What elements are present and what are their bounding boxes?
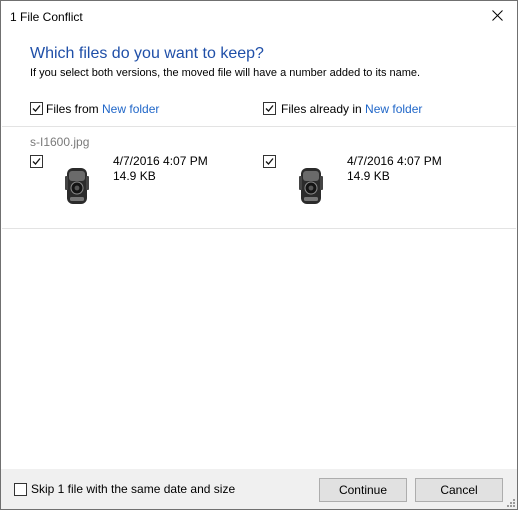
continue-button[interactable]: Continue: [319, 478, 407, 502]
destination-column-label: Files already in New folder: [281, 102, 422, 116]
source-folder-link[interactable]: New folder: [102, 102, 159, 116]
source-column-label: Files from New folder: [46, 102, 159, 116]
source-file-info: 4/7/2016 4:07 PM 14.9 KB: [113, 154, 208, 184]
keep-source-checkbox[interactable]: [30, 155, 43, 168]
file-conflict-dialog: 1 File Conflict Which files do you want …: [0, 0, 518, 510]
checkmark-icon: [265, 105, 274, 112]
checkmark-icon: [32, 105, 41, 112]
select-all-source-checkbox[interactable]: [30, 102, 43, 115]
source-file-size: 14.9 KB: [113, 169, 156, 183]
checkmark-icon: [265, 158, 274, 165]
resize-grip-icon[interactable]: [506, 498, 516, 508]
row-divider: [2, 228, 516, 229]
header-divider: [2, 126, 516, 127]
destination-folder-link[interactable]: New folder: [365, 102, 422, 116]
title-bar: 1 File Conflict: [1, 1, 517, 31]
checkmark-icon: [32, 158, 41, 165]
select-all-destination-checkbox[interactable]: [263, 102, 276, 115]
cancel-button[interactable]: Cancel: [415, 478, 503, 502]
destination-file-info: 4/7/2016 4:07 PM 14.9 KB: [347, 154, 442, 184]
dialog-explanation: If you select both versions, the moved f…: [30, 67, 421, 79]
camera-thumbnail-icon[interactable]: [298, 166, 324, 206]
close-button[interactable]: [477, 1, 517, 31]
destination-file-date: 4/7/2016 4:07 PM: [347, 154, 442, 168]
source-column-prefix: Files from: [46, 102, 103, 116]
destination-file-size: 14.9 KB: [347, 169, 390, 183]
source-file-date: 4/7/2016 4:07 PM: [113, 154, 208, 168]
dialog-footer: Skip 1 file with the same date and size …: [1, 469, 517, 509]
skip-same-files-checkbox[interactable]: [14, 483, 27, 496]
camera-thumbnail-icon[interactable]: [64, 166, 90, 206]
dialog-heading: Which files do you want to keep?: [30, 45, 264, 62]
destination-column-prefix: Files already in: [281, 102, 366, 116]
keep-destination-checkbox[interactable]: [263, 155, 276, 168]
skip-same-files-label[interactable]: Skip 1 file with the same date and size: [31, 482, 235, 496]
window-title: 1 File Conflict: [10, 10, 83, 24]
close-icon: [492, 10, 503, 21]
conflict-filename: s-I1600.jpg: [30, 135, 90, 149]
